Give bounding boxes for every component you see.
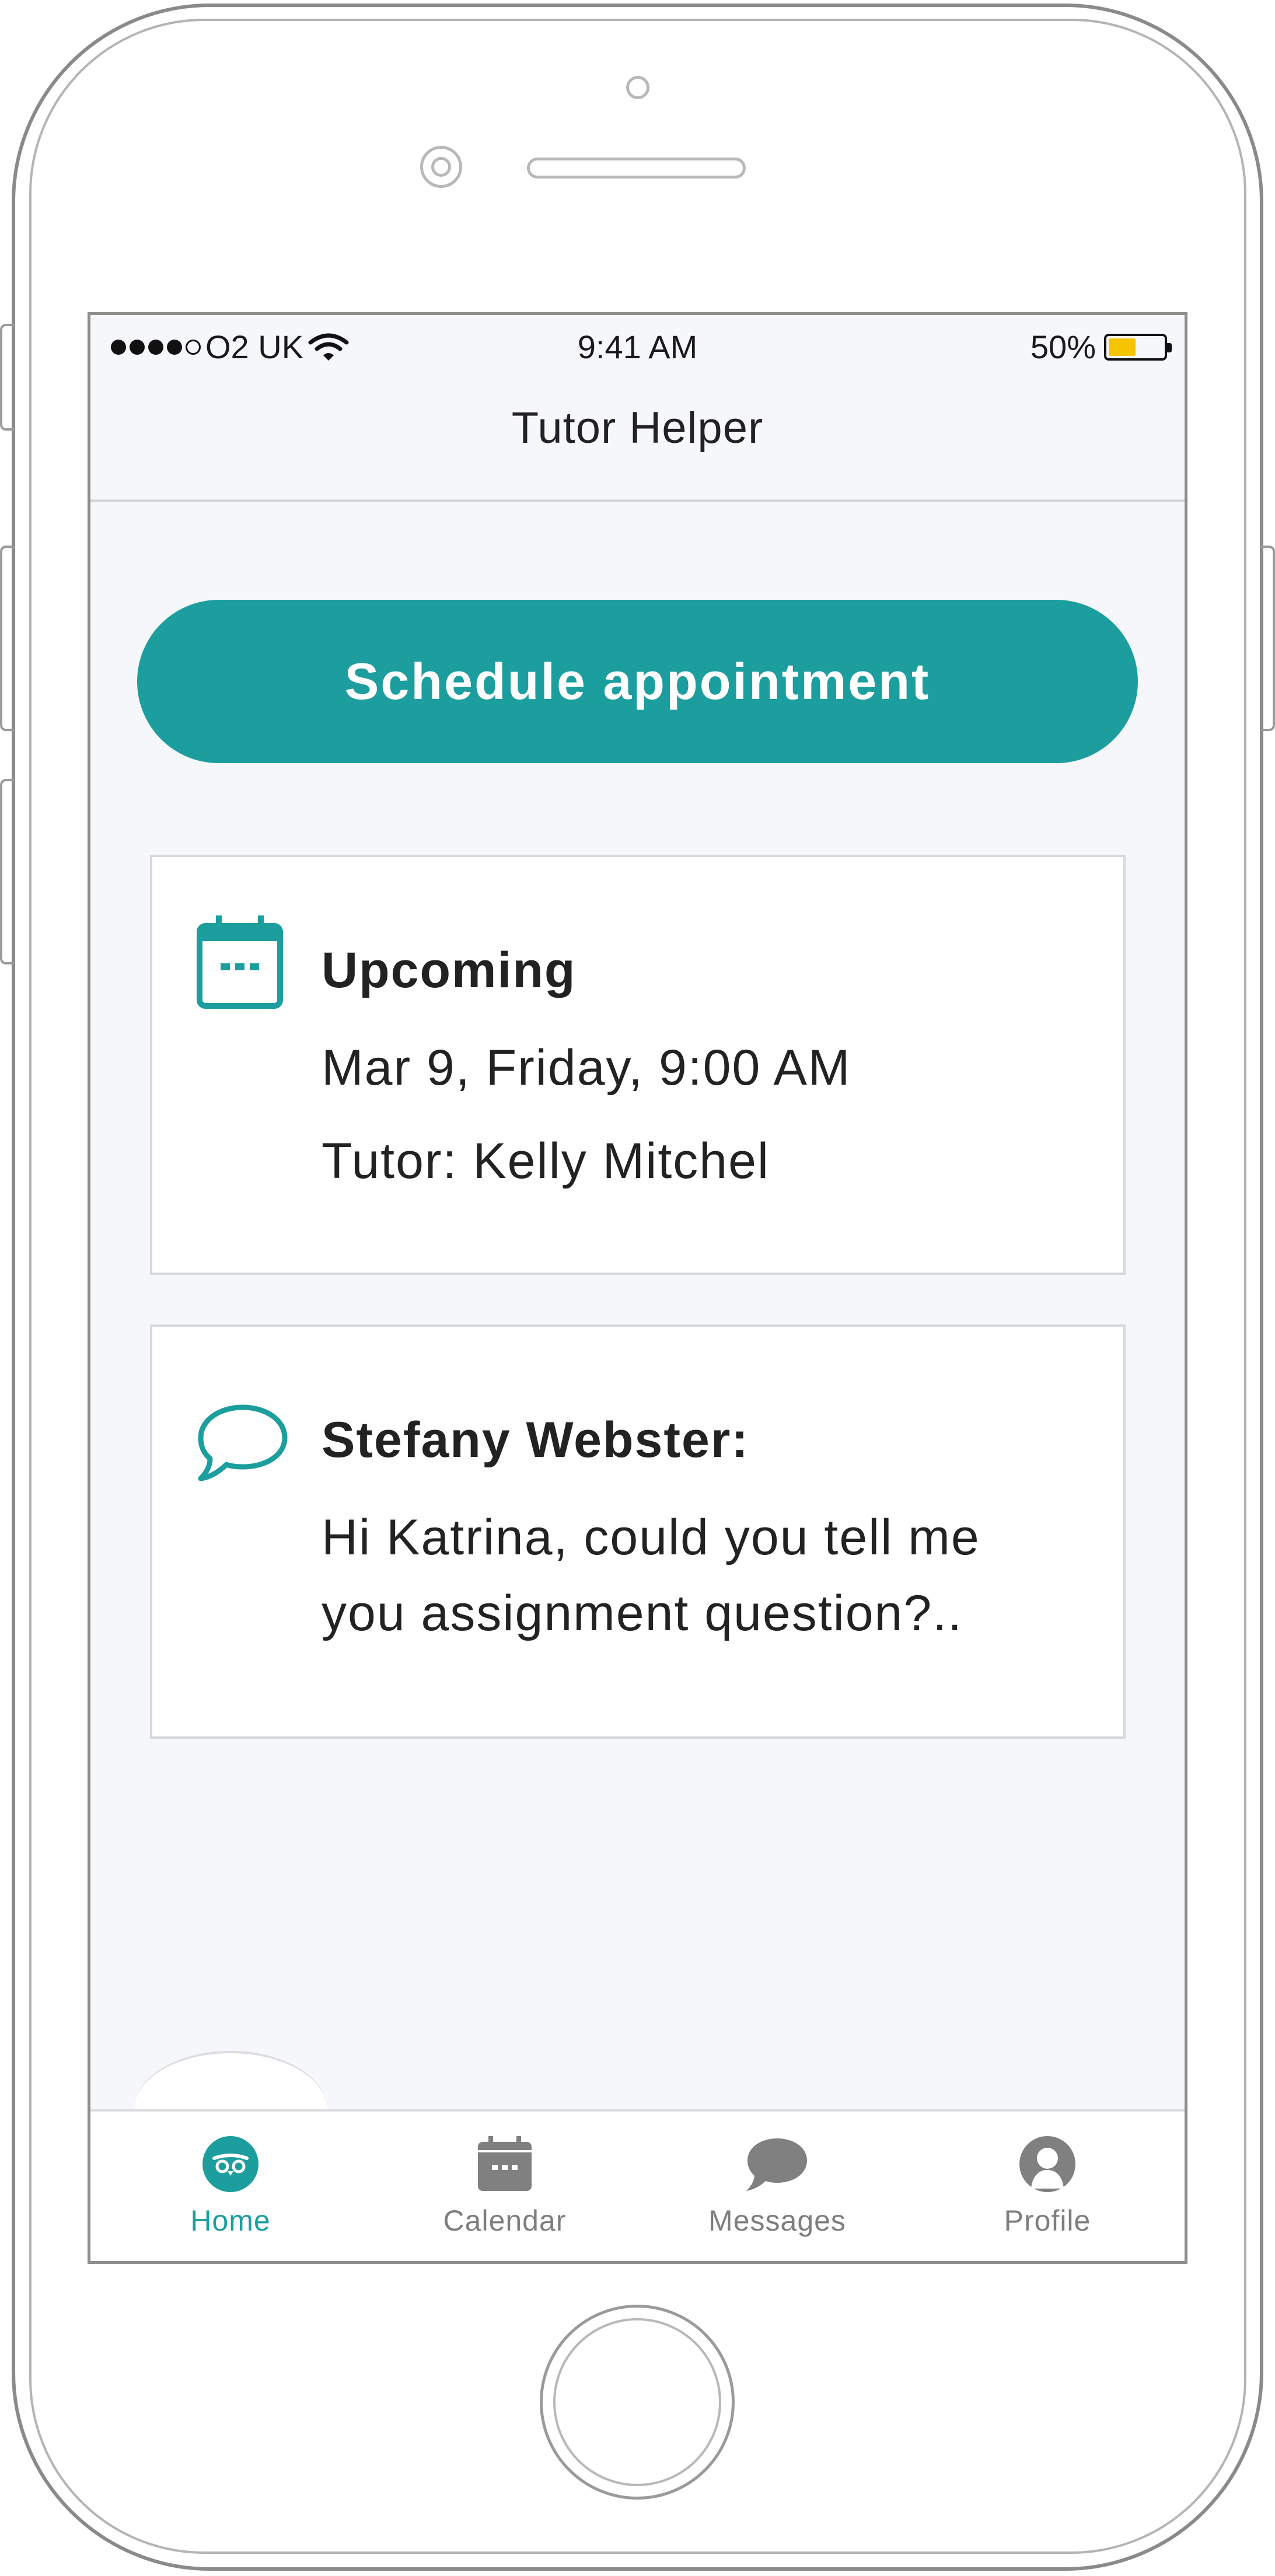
message-preview-line-1: Hi Katrina, could you tell me [322,1509,980,1565]
earpiece-speaker [527,158,746,179]
message-sender: Stefany Webster: [322,1412,749,1468]
message-preview-line-2: you assignment question?.. [322,1585,963,1641]
tab-home[interactable]: Home [143,2135,318,2238]
status-bar: O2 UK 9:41 AM 50% [90,315,1185,379]
battery-percent: 50% [1030,328,1096,365]
calendar-icon [197,915,283,1009]
tab-profile-label: Profile [1004,2204,1091,2237]
person-icon [1019,2136,1075,2192]
app-screen: O2 UK 9:41 AM 50% Tutor Helper Schedule … [88,312,1187,2264]
schedule-appointment-button[interactable]: Schedule appointment [137,600,1138,763]
tab-bar: Home Calendar Messages Profile [90,2109,1185,2261]
page-title: Tutor Helper [511,403,764,453]
chat-bubble-icon [746,2138,807,2191]
chat-bubble-icon [198,1404,288,1481]
status-right: 50% [1030,328,1172,366]
tab-calendar[interactable]: Calendar [417,2135,592,2238]
mute-switch [0,324,14,431]
power-button [1261,546,1275,731]
appointment-tutor: Tutor: Kelly Mitchel [322,1133,770,1189]
tab-home-label: Home [190,2204,271,2237]
tab-messages-label: Messages [708,2204,846,2237]
tab-profile[interactable]: Profile [960,2135,1135,2238]
proximity-sensor [626,76,649,99]
navigation-bar: Tutor Helper [90,379,1185,502]
upcoming-appointment-card[interactable]: Upcoming Mar 9, Friday, 9:00 AM Tutor: K… [150,855,1126,1275]
tab-messages[interactable]: Messages [690,2135,865,2238]
upcoming-title: Upcoming [322,942,577,998]
latest-message-card[interactable]: Stefany Webster: Hi Katrina, could you t… [150,1324,1126,1739]
home-button[interactable] [540,2305,735,2500]
tab-calendar-label: Calendar [443,2204,567,2237]
owl-icon [202,2136,259,2192]
volume-down-button [0,779,14,964]
status-time: 9:41 AM [577,328,698,365]
battery-icon [1104,333,1172,361]
volume-up-button [0,546,14,731]
calendar-icon [478,2136,532,2191]
front-camera [420,146,462,188]
appointment-datetime: Mar 9, Friday, 9:00 AM [322,1040,851,1096]
battery-fill [1109,338,1136,356]
